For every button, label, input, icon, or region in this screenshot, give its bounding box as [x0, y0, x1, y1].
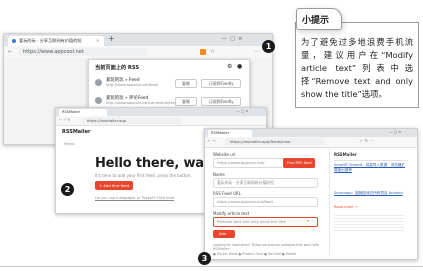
toolbar-icons[interactable]: ☆ ↻ ⋯	[359, 139, 374, 144]
add-feed-button[interactable]: Add	[213, 230, 235, 238]
url-text: https://rssmailer.app	[87, 118, 127, 123]
add-feed-label: Add	[219, 232, 226, 236]
window-controls[interactable]: — □ ×	[236, 109, 248, 113]
email-item[interactable]: Smartapp：能随游戏内所有项目 Android	[334, 191, 408, 196]
url-field[interactable]: https://www.appcool.net	[18, 48, 148, 56]
popular-sites[interactable]: ● Hacker News ● Product Hunt ● YouTube ●…	[213, 252, 296, 256]
tab-bar: 爱玩的玩 · 分享互联网有价值的短 × + — □ ×	[4, 34, 272, 46]
step-badge-3: 3	[198, 252, 211, 265]
tab-bar: RSSMailer — □ ×	[56, 108, 266, 116]
tab-close-icon[interactable]: ×	[96, 38, 99, 43]
modify-text-label: Modify article text	[213, 211, 250, 216]
name-label: Name	[213, 172, 225, 177]
find-rss-button[interactable]: Find RSS feed	[283, 158, 315, 168]
info-icon[interactable]: ●	[237, 63, 242, 70]
url-field[interactable]: https://rssmailer.app/feeds/new	[225, 138, 325, 145]
url-text: https://www.appcool.net	[23, 49, 84, 55]
extension-icon[interactable]	[200, 49, 206, 55]
chevron-down-icon: ▾	[307, 219, 309, 223]
star-icon[interactable]: ☆	[210, 48, 215, 55]
tab-title: 爱玩的玩 · 分享互联网有价值的短	[19, 38, 82, 43]
email-divider	[334, 160, 408, 161]
settings-icon[interactable]: ⚙	[227, 63, 232, 70]
add-first-feed-button[interactable]: + Add first feed	[95, 181, 133, 190]
brand-logo: RSSMailer	[62, 129, 91, 135]
hello-subtext: It's time to add your first feed, press …	[95, 173, 192, 178]
rss-url-input[interactable]: https://www.appcool.net/feed	[213, 197, 318, 207]
read-more-link[interactable]: Read more →	[334, 205, 358, 209]
tab-title: RSSMailer	[211, 131, 230, 135]
step-badge-2: 2	[61, 183, 74, 196]
url-field[interactable]: https://rssmailer.app	[82, 117, 182, 124]
name-input[interactable]: 爱玩的玩 · 分享互联网有价值的短	[213, 178, 318, 188]
feed-item: 爱玩的玩 » Feed http://www.appcool.net/feed/…	[95, 77, 245, 91]
favicon-icon	[12, 39, 16, 43]
menu-icon[interactable]: ⋯	[254, 48, 260, 55]
copy-button[interactable]: 复制	[175, 79, 197, 88]
email-preview: RSSMailer SmartIT Shareit：批量导入数据 · 浏览器扩展…	[329, 149, 414, 255]
popup-title: 当前页面上的 RSS	[95, 65, 140, 71]
modify-text-value: Remove text and only show the title	[217, 219, 286, 224]
tab-appcool[interactable]: 爱玩的玩 · 分享互联网有价值的短 ×	[8, 36, 104, 46]
tab-bar: RSSMailer — □ ×	[205, 129, 417, 137]
step-badge-1: 1	[262, 40, 275, 53]
add-first-feed-label: + Add first feed	[99, 183, 129, 188]
subscribe-feedly-button[interactable]: 订阅到Feedly	[201, 97, 241, 106]
tab-title: RSSMailer	[62, 110, 81, 114]
address-bar-row: ← → https://rssmailer.app/feeds/new ☆ ↻ …	[205, 137, 417, 148]
tab-rssmailer[interactable]: RSSMailer	[59, 109, 107, 116]
rss-url-label: RSS Feed URL	[213, 191, 241, 196]
modify-text-select[interactable]: Remove text and only show the title	[213, 217, 318, 227]
browser-window-new-feed: RSSMailer — □ × ← → https://rssmailer.ap…	[204, 128, 418, 260]
inspiration-text: Looking for inspiration? These are popul…	[213, 243, 320, 251]
rss-icon	[95, 97, 102, 104]
tip-callout: 小提示 为了避免过多地浪费手机流量，建议用户在“Modify article t…	[292, 4, 420, 116]
window-controls[interactable]: — □ ×	[222, 36, 242, 42]
window-controls[interactable]: — □ ×	[389, 130, 401, 134]
tip-body-text: 为了避免过多地浪费手机流量，建议用户在“Modify article text”…	[301, 37, 413, 99]
pocket-link[interactable]: Do you use Instapaper or Pocket? Click h…	[95, 196, 174, 200]
copy-button[interactable]: 复制	[175, 97, 197, 106]
website-input[interactable]: https://www.appcool.net/	[213, 158, 284, 168]
feed-url: http://www.appcool.net/comments/feed/	[106, 101, 179, 105]
email-item[interactable]: SmartIT Shareit：批量导入数据 · 浏览器扩展能出错率	[334, 163, 408, 172]
address-bar-row: ← → ↻ https://rssmailer.app	[56, 116, 266, 126]
nav-feeds[interactable]: Feeds	[64, 142, 74, 146]
email-heading: RSSMailer	[334, 152, 357, 157]
find-rss-label: Find RSS feed	[287, 160, 312, 165]
tab-rssmailer[interactable]: RSSMailer	[208, 130, 252, 137]
rss-icon	[95, 79, 102, 86]
email-excerpt	[334, 175, 408, 179]
email-placeholder-lines	[334, 213, 404, 231]
feed-url: http://www.appcool.net/feed/	[106, 83, 159, 87]
back-icon[interactable]: ← → ↻	[59, 118, 70, 122]
url-text: https://rssmailer.app/feeds/new	[230, 139, 290, 144]
tip-title: 小提示	[302, 16, 330, 26]
back-icon[interactable]: ←	[8, 49, 12, 55]
back-icon[interactable]: ← →	[208, 139, 215, 143]
bottom-rule	[0, 266, 423, 267]
tip-title-tab: 小提示	[296, 8, 342, 30]
website-label: Website url	[213, 152, 236, 157]
subscribe-feedly-button[interactable]: 订阅到Feedly	[201, 79, 241, 88]
new-feed-form: Website url https://www.appcool.net/ Fin…	[209, 149, 327, 257]
new-tab-button[interactable]: +	[108, 34, 115, 43]
